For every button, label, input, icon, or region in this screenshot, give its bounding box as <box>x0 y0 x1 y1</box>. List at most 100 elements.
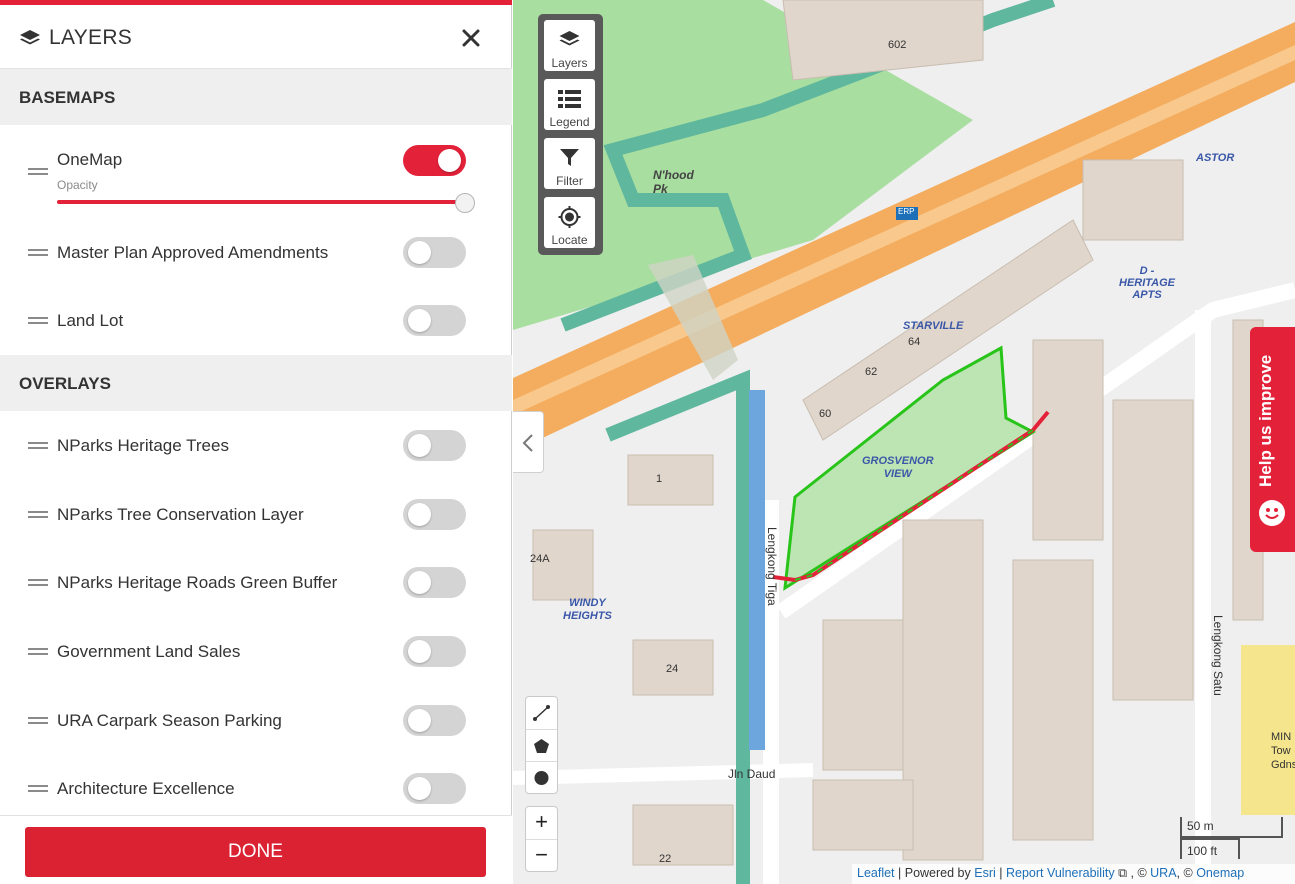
drag-handle-icon[interactable] <box>28 441 48 451</box>
label-starville: STARVILLE <box>903 320 964 332</box>
draw-line-button[interactable] <box>526 697 557 729</box>
label-astor: ASTOR <box>1196 152 1235 164</box>
overlay-label: NParks Heritage Roads Green Buffer <box>57 573 338 592</box>
toggle-knob <box>408 434 431 457</box>
label-block-82: 24A <box>530 553 550 565</box>
label-mini: MIN Tow Gdns <box>1271 731 1295 771</box>
label-block-60: 60 <box>819 408 832 420</box>
opacity-label: Opacity <box>57 178 98 192</box>
master-plan-toggle[interactable] <box>403 237 466 268</box>
draw-polygon-button[interactable] <box>526 729 557 761</box>
panel-title: LAYERS <box>49 26 133 49</box>
overlays-section-title: OVERLAYS <box>19 374 111 393</box>
drag-handle-icon[interactable] <box>28 578 48 588</box>
polygon-icon <box>534 739 549 753</box>
locate-icon <box>558 206 581 228</box>
label-park: N'hood Pk <box>653 168 694 196</box>
basemaps-section-title: BASEMAPS <box>19 88 116 107</box>
copyright-ura: © <box>1137 866 1147 880</box>
label-block-86: 1 <box>656 473 663 485</box>
smiley-icon <box>1259 500 1285 526</box>
label-road-tiga: Lengkong Tiga <box>765 527 779 606</box>
layers-icon <box>20 30 40 45</box>
architecture-toggle[interactable] <box>403 773 466 804</box>
leaflet-link[interactable]: Leaflet <box>857 866 895 880</box>
label-block-64: 64 <box>908 336 921 348</box>
label-block-62: 62 <box>865 366 878 378</box>
drag-handle-icon[interactable] <box>28 167 48 177</box>
filter-button-label: Filter <box>556 174 583 188</box>
filter-button[interactable]: Filter <box>544 138 595 189</box>
drag-handle-icon[interactable] <box>28 784 48 794</box>
close-icon[interactable] <box>458 25 484 51</box>
locate-button[interactable]: Locate <box>544 197 595 248</box>
drag-handle-icon[interactable] <box>28 510 48 520</box>
layers-panel: LAYERS BASEMAPS OneMap Opacity Master Pl… <box>0 0 512 884</box>
toggle-knob <box>408 777 431 800</box>
overlays-section-header: OVERLAYS <box>0 355 512 411</box>
report-vulnerability-link[interactable]: Report Vulnerability <box>1006 866 1115 880</box>
help-us-improve-tab[interactable]: Help us improve <box>1250 327 1295 552</box>
copyright-onemap: © <box>1183 866 1193 880</box>
toggle-knob <box>438 149 461 172</box>
legend-button[interactable]: Legend <box>544 79 595 130</box>
panel-header: LAYERS <box>0 5 512 69</box>
drag-handle-icon[interactable] <box>28 248 48 258</box>
layers-icon <box>559 31 580 46</box>
zoom-in-button[interactable]: + <box>526 807 557 839</box>
legend-icon <box>558 90 581 108</box>
powered-by-text: Powered by <box>904 866 971 880</box>
drag-handle-icon[interactable] <box>28 716 48 726</box>
basemap-item-master-plan: Master Plan Approved Amendments <box>0 222 512 282</box>
opacity-slider-track[interactable] <box>57 200 467 204</box>
draw-circle-button[interactable] <box>526 761 557 793</box>
toggle-knob <box>408 241 431 264</box>
panel-footer: DONE <box>0 815 512 884</box>
label-erp: ERP <box>898 207 915 216</box>
label-block-103: 22 <box>659 853 672 865</box>
layers-button[interactable]: Layers <box>544 20 595 71</box>
overlay-label: URA Carpark Season Parking <box>57 711 282 730</box>
basemap-label: OneMap <box>57 150 123 169</box>
legend-button-label: Legend <box>549 115 590 129</box>
carpark-season-toggle[interactable] <box>403 705 466 736</box>
polyline-icon <box>533 705 550 721</box>
label-road-jln: Jln Daud <box>728 767 776 781</box>
layers-button-label: Layers <box>551 56 588 70</box>
toggle-knob <box>408 640 431 663</box>
overlay-item-carpark-season: URA Carpark Season Parking <box>0 690 512 750</box>
land-lot-toggle[interactable] <box>403 305 466 336</box>
canal <box>749 390 765 750</box>
opacity-slider-thumb[interactable] <box>455 193 475 213</box>
drag-handle-icon[interactable] <box>28 316 48 326</box>
tree-conservation-toggle[interactable] <box>403 499 466 530</box>
help-us-improve-label: Help us improve <box>1256 354 1275 487</box>
locate-button-label: Locate <box>551 233 588 247</box>
ura-link[interactable]: URA <box>1150 866 1176 880</box>
collapse-panel-button[interactable] <box>513 411 544 473</box>
drag-handle-icon[interactable] <box>28 647 48 657</box>
zoom-out-button[interactable]: − <box>526 839 557 871</box>
onemap-link[interactable]: Onemap <box>1196 866 1244 880</box>
gov-land-sales-toggle[interactable] <box>403 636 466 667</box>
heritage-roads-toggle[interactable] <box>403 567 466 598</box>
overlay-label: NParks Heritage Trees <box>57 436 229 455</box>
basemaps-section-header: BASEMAPS <box>0 69 512 125</box>
onemap-toggle[interactable] <box>403 145 466 176</box>
basemap-canvas[interactable] <box>513 0 1295 884</box>
filter-icon <box>560 149 579 166</box>
basemap-label: Master Plan Approved Amendments <box>57 243 329 262</box>
esri-link[interactable]: Esri <box>974 866 996 880</box>
map-tool-stack: Layers Legend Filter Locate <box>538 14 603 255</box>
label-heritage: D - HERITAGE APTS <box>1119 265 1176 301</box>
heritage-trees-toggle[interactable] <box>403 430 466 461</box>
draw-toolbar <box>525 696 558 794</box>
overlay-label: Architecture Excellence <box>57 779 235 798</box>
map-view[interactable]: N'hood Pk STARVILLE GROSVENOR VIEW WINDY… <box>513 0 1295 884</box>
basemap-item-land-lot: Land Lot <box>0 290 512 350</box>
label-grosvenor: GROSVENOR VIEW <box>862 455 934 480</box>
chevron-left-icon <box>522 434 533 452</box>
label-windy: WINDY HEIGHTS <box>563 597 612 622</box>
done-button[interactable]: DONE <box>25 827 486 877</box>
basemap-label: Land Lot <box>57 311 124 330</box>
